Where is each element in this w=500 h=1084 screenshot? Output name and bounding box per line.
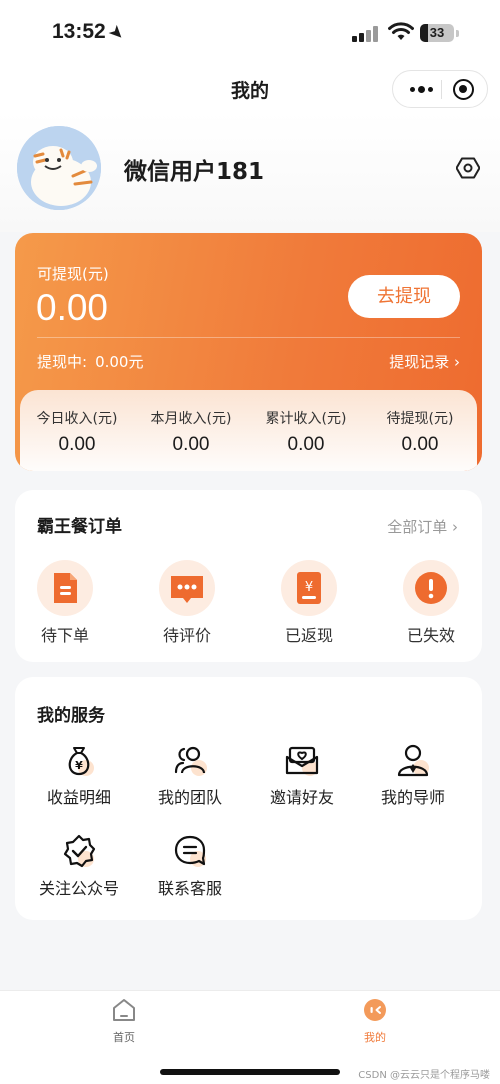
user-header: 微信用户181 — [0, 112, 500, 232]
settings-icon[interactable] — [456, 156, 480, 180]
services-title: 我的服务 — [37, 706, 105, 726]
more-options-icon[interactable] — [403, 71, 439, 107]
stat-value: 0.00 — [401, 434, 439, 455]
order-cashback[interactable]: ¥ 已返现 — [259, 560, 359, 646]
watermark: CSDN @云云只是个程序马喽 — [358, 1070, 490, 1081]
team-icon — [170, 740, 210, 780]
tab-label: 我的 — [364, 1031, 386, 1044]
document-icon — [37, 560, 93, 616]
tiger-avatar-icon — [17, 126, 101, 210]
order-label: 已失效 — [406, 626, 455, 645]
orders-card: 霸王餐订单 全部订单 › 待下单 待评价 ¥ 已返现 已失效 — [15, 490, 482, 662]
mentor-icon — [393, 740, 433, 780]
order-label: 已返现 — [284, 626, 333, 645]
tab-profile[interactable]: 我的 — [315, 997, 435, 1045]
service-label: 我的团队 — [157, 788, 222, 807]
verified-badge-icon — [59, 831, 99, 871]
stat-today: 今日收入(元) 0.00 — [20, 408, 134, 456]
stat-value: 0.00 — [58, 434, 96, 455]
service-my-mentor[interactable]: 我的导师 — [358, 740, 468, 808]
service-label: 收益明细 — [46, 788, 111, 807]
username: 微信用户181 — [124, 159, 265, 185]
cellular-signal-icon — [352, 26, 380, 42]
chat-bubble-icon — [159, 560, 215, 616]
pending-value: 0.00元 — [95, 353, 144, 371]
battery-tip — [456, 30, 459, 37]
stat-label: 本月收入(元) — [150, 411, 232, 427]
invite-mail-icon — [282, 740, 322, 780]
service-label: 联系客服 — [157, 879, 222, 898]
status-time-text: 13:52 — [52, 20, 106, 43]
service-follow-account[interactable]: 关注公众号 — [24, 831, 134, 899]
nav-bar: 我的 — [0, 68, 500, 112]
profile-icon — [364, 999, 386, 1021]
location-arrow-icon: ➤ — [105, 22, 127, 45]
yen-receipt-icon: ¥ — [281, 560, 337, 616]
earnings-card: 可提现(元) 0.00 去提现 提现中: 0.00元 提现记录 › 今日收入(元)… — [15, 233, 482, 471]
tab-home[interactable]: 首页 — [64, 997, 184, 1045]
stat-label: 待提现(元) — [386, 411, 454, 427]
withdrawal-record-link[interactable]: 提现记录 › — [389, 351, 460, 372]
home-icon — [113, 999, 135, 1021]
service-label: 邀请好友 — [269, 788, 334, 807]
income-stats: 今日收入(元) 0.00 本月收入(元) 0.00 累计收入(元) 0.00 待… — [20, 390, 477, 471]
all-orders-link[interactable]: 全部订单 › — [387, 516, 458, 537]
order-pending-placement[interactable]: 待下单 — [15, 560, 115, 646]
stat-value: 0.00 — [287, 434, 325, 455]
service-earnings-detail[interactable]: ¥ 收益明细 — [24, 740, 134, 808]
order-label: 待评价 — [162, 626, 211, 645]
order-pending-review[interactable]: 待评价 — [137, 560, 237, 646]
close-miniprogram-icon[interactable] — [453, 79, 474, 100]
earnings-divider — [37, 337, 460, 338]
wifi-icon — [388, 22, 414, 40]
service-label: 关注公众号 — [38, 879, 119, 898]
service-my-team[interactable]: 我的团队 — [135, 740, 245, 808]
service-invite-friends[interactable]: 邀请好友 — [247, 740, 357, 808]
withdrawable-amount: 0.00 — [36, 287, 109, 328]
service-contact-support[interactable]: 联系客服 — [135, 831, 245, 899]
order-expired[interactable]: 已失效 — [381, 560, 481, 646]
money-bag-icon: ¥ — [59, 740, 99, 780]
pending-withdrawal: 提现中: 0.00元 — [37, 351, 143, 372]
stat-label: 累计收入(元) — [265, 411, 347, 427]
customer-service-icon — [170, 831, 210, 871]
miniprogram-capsule — [392, 70, 488, 108]
capsule-divider — [441, 80, 442, 99]
svg-text:¥: ¥ — [305, 580, 313, 595]
withdrawable-label: 可提现(元) — [37, 265, 109, 283]
status-bar: 13:52➤ 33 — [0, 0, 500, 68]
stat-pending: 待提现(元) 0.00 — [363, 408, 477, 456]
stat-label: 今日收入(元) — [36, 411, 118, 427]
avatar[interactable] — [17, 126, 101, 210]
tab-label: 首页 — [113, 1031, 135, 1044]
svg-text:¥: ¥ — [75, 759, 83, 772]
battery-icon: 33 — [420, 24, 454, 42]
withdraw-button[interactable]: 去提现 — [348, 275, 460, 318]
services-card: 我的服务 ¥ 收益明细 我的团队 邀请好友 我的导师 关注公众号 联系客服 — [15, 677, 482, 920]
battery-level: 33 — [429, 25, 445, 40]
stat-month: 本月收入(元) 0.00 — [134, 408, 248, 456]
status-time: 13:52➤ — [52, 20, 127, 44]
service-label: 我的导师 — [380, 788, 445, 807]
alert-icon — [403, 560, 459, 616]
pending-label: 提现中: — [37, 353, 88, 371]
home-indicator — [160, 1069, 340, 1075]
orders-title: 霸王餐订单 — [37, 517, 122, 537]
stat-total: 累计收入(元) 0.00 — [249, 408, 363, 456]
stat-value: 0.00 — [172, 434, 210, 455]
order-label: 待下单 — [40, 626, 89, 645]
